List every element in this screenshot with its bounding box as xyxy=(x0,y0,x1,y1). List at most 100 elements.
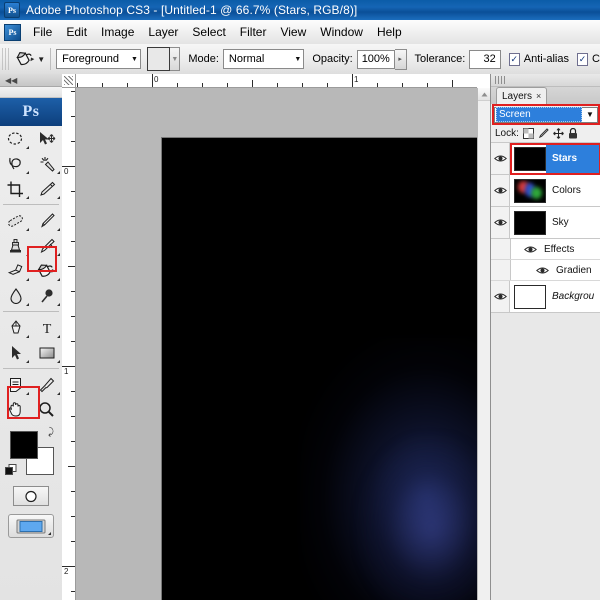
opacity-input[interactable]: 100% xyxy=(356,49,395,69)
tool-paint-bucket[interactable] xyxy=(31,258,62,283)
close-icon[interactable]: × xyxy=(536,91,541,101)
tool-dodge[interactable] xyxy=(31,283,62,308)
photoshop-logo-icon: Ps xyxy=(0,98,62,126)
tool-eyedropper[interactable] xyxy=(31,372,62,397)
chevron-down-icon: ▼ xyxy=(130,55,138,63)
tool-brush[interactable] xyxy=(31,208,62,233)
window-title: Adobe Photoshop CS3 - [Untitled-1 @ 66.7… xyxy=(26,3,358,17)
layer-name-sky: Sky xyxy=(552,217,569,228)
menu-window[interactable]: Window xyxy=(313,22,370,42)
layer-name-background: Backgrou xyxy=(552,291,595,302)
menu-image[interactable]: Image xyxy=(94,22,141,42)
panel-drag-handle[interactable] xyxy=(491,74,600,87)
ruler-tick xyxy=(71,116,75,117)
tool-slice[interactable] xyxy=(31,176,62,201)
tool-notes[interactable] xyxy=(0,372,31,397)
tool-type[interactable]: T xyxy=(31,315,62,340)
layer-visibility-toggle-colors[interactable] xyxy=(491,175,510,206)
antialias-checkbox[interactable]: ✓ xyxy=(508,52,520,66)
screen-mode-button[interactable] xyxy=(8,514,54,538)
lock-transparent-pixels-icon[interactable] xyxy=(522,128,534,139)
menu-layer[interactable]: Layer xyxy=(141,22,185,42)
tool-elliptical-marquee[interactable] xyxy=(0,126,31,151)
effects-label: Effects xyxy=(544,243,575,255)
layer-blend-mode-value: Screen xyxy=(496,107,582,122)
canvas-background[interactable] xyxy=(76,88,477,600)
tolerance-input[interactable]: 32 xyxy=(469,49,501,69)
layer-blend-mode-select[interactable]: Screen ▼ xyxy=(494,106,598,123)
tool-move[interactable] xyxy=(31,126,62,151)
blend-mode-select[interactable]: Normal ▼ xyxy=(222,49,305,69)
fill-source-value: Foreground xyxy=(62,53,120,65)
contiguous-checkbox[interactable]: ✓ xyxy=(577,52,589,66)
layer-thumbnail-colors[interactable] xyxy=(514,178,546,203)
gradient-overlay-visibility-toggle[interactable] xyxy=(533,266,552,275)
options-bar-grip[interactable] xyxy=(2,48,10,70)
tool-crop[interactable] xyxy=(0,176,31,201)
tool-magic-wand[interactable] xyxy=(31,151,62,176)
tool-blur[interactable] xyxy=(0,283,31,308)
opacity-value: 100% xyxy=(361,53,390,65)
paint-bucket-icon[interactable] xyxy=(12,47,37,71)
tool-expand-corner-icon xyxy=(57,360,60,363)
menu-select[interactable]: Select xyxy=(185,22,232,42)
tool-clone-stamp[interactable] xyxy=(0,233,31,258)
toolbox-collapse-button[interactable]: ◀◀ xyxy=(0,74,62,87)
lock-all-icon[interactable] xyxy=(568,128,578,139)
tool-eraser[interactable] xyxy=(0,258,31,283)
ruler-tick xyxy=(71,191,75,192)
lock-image-pixels-icon[interactable] xyxy=(538,128,549,139)
swap-colors-icon[interactable]: ⤸ xyxy=(48,427,54,438)
layer-row-colors[interactable]: Colors xyxy=(491,175,600,207)
tool-lasso[interactable] xyxy=(0,151,31,176)
layer-thumbnail-stars[interactable] xyxy=(514,146,546,171)
menu-view[interactable]: View xyxy=(273,22,313,42)
tab-layers[interactable]: Layers × xyxy=(496,87,548,104)
opacity-slider-arrow-icon[interactable]: ▸ xyxy=(394,48,407,70)
pattern-swatch[interactable] xyxy=(146,47,171,71)
layer-row-background[interactable]: Backgrou xyxy=(491,281,600,313)
toolbox-drag-handle[interactable] xyxy=(0,87,62,98)
layer-thumbnail-background[interactable] xyxy=(514,284,546,309)
chevron-down-icon[interactable]: ▼ xyxy=(583,107,597,123)
tool-healing-brush[interactable] xyxy=(0,208,31,233)
lock-position-icon[interactable] xyxy=(553,128,564,139)
tool-zoom[interactable] xyxy=(31,397,62,422)
tool-expand-corner-icon xyxy=(26,278,29,281)
ruler-tick xyxy=(102,83,103,87)
menu-file[interactable]: File xyxy=(26,22,59,42)
vertical-ruler[interactable]: 0 1 2 xyxy=(62,88,76,600)
fill-source-select[interactable]: Foreground ▼ xyxy=(56,49,141,69)
menu-app-icon[interactable]: Ps xyxy=(4,23,21,41)
effects-visibility-toggle[interactable] xyxy=(521,245,540,254)
svg-text:T: T xyxy=(42,322,51,336)
image-canvas[interactable] xyxy=(162,138,477,600)
layer-row-stars[interactable]: Stars xyxy=(491,143,600,175)
menu-filter[interactable]: Filter xyxy=(233,22,274,42)
panel-tab-row: Layers × xyxy=(491,87,600,104)
chevron-down-icon: ▼ xyxy=(294,55,302,63)
tool-history-brush[interactable] xyxy=(31,233,62,258)
tool-pen[interactable] xyxy=(0,315,31,340)
tool-rectangle[interactable] xyxy=(31,340,62,365)
menu-edit[interactable]: Edit xyxy=(59,22,94,42)
layer-row-gradient-overlay[interactable]: Gradien xyxy=(491,260,600,281)
layer-name-colors: Colors xyxy=(552,185,581,196)
layer-visibility-toggle-stars[interactable] xyxy=(491,143,510,174)
layer-thumbnail-sky[interactable] xyxy=(514,210,546,235)
menu-help[interactable]: Help xyxy=(370,22,409,42)
layer-visibility-toggle-background[interactable] xyxy=(491,281,510,312)
canvas-vertical-scrollbar[interactable] xyxy=(477,88,491,600)
layer-row-effects[interactable]: Effects xyxy=(491,239,600,260)
layer-row-sky[interactable]: Sky xyxy=(491,207,600,239)
ruler-origin-corner[interactable] xyxy=(62,74,76,88)
pattern-swatch-caret-icon[interactable]: ▼ xyxy=(170,47,181,71)
foreground-color-swatch[interactable] xyxy=(10,431,38,459)
quick-mask-button[interactable] xyxy=(13,486,49,506)
default-colors-icon[interactable] xyxy=(5,464,17,476)
tool-hand[interactable] xyxy=(0,397,31,422)
tool-preset-caret-icon[interactable]: ▼ xyxy=(37,48,45,70)
tool-path-selection[interactable] xyxy=(0,340,31,365)
horizontal-ruler[interactable]: 01 xyxy=(76,74,477,88)
layer-visibility-toggle-sky[interactable] xyxy=(491,207,510,238)
